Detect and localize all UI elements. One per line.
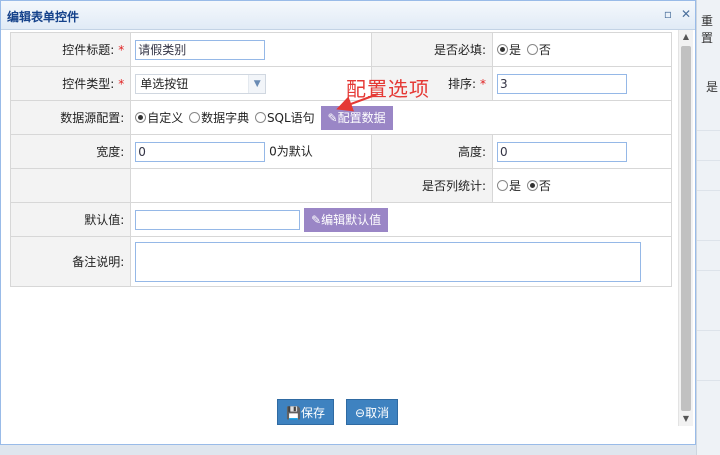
annotation-arrow [336,93,379,112]
